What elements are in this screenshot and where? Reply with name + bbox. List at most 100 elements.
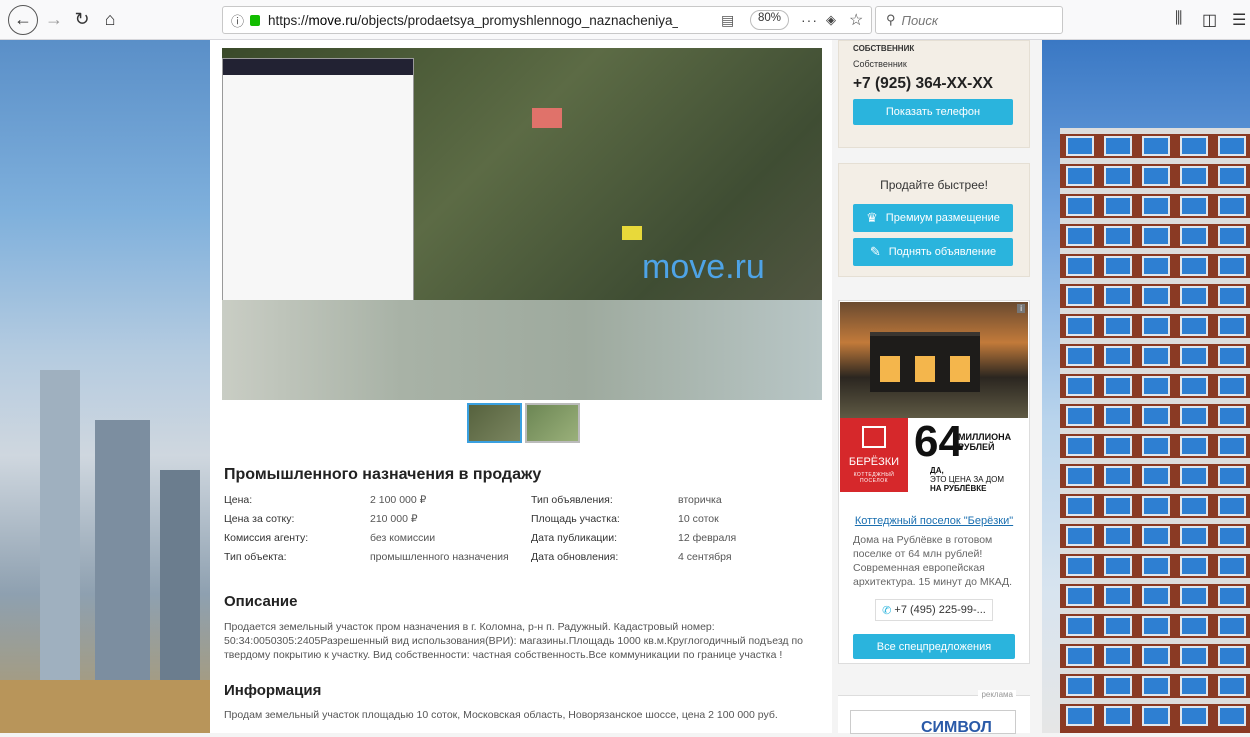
price-units: МИЛЛИОНА РУБЛЕЙ bbox=[958, 432, 1012, 452]
all-offers-button[interactable]: Все спецпредложения bbox=[853, 634, 1015, 659]
map-building bbox=[532, 108, 562, 128]
window bbox=[1180, 256, 1208, 276]
window bbox=[1218, 676, 1246, 696]
property-row: Тип объекта: промышленного назначения Да… bbox=[224, 551, 820, 570]
window bbox=[1104, 226, 1132, 246]
reload-icon[interactable]: ↻ bbox=[68, 6, 96, 34]
edit-icon: ✎ bbox=[869, 244, 881, 259]
window bbox=[1142, 676, 1170, 696]
window bbox=[1180, 406, 1208, 426]
address-bar[interactable]: ⓘ https://move.ru/objects/prodaetsya_pro… bbox=[222, 6, 872, 34]
property-value: без комиссии bbox=[370, 532, 436, 544]
window bbox=[1218, 286, 1246, 306]
floor-slab bbox=[1060, 128, 1250, 134]
description-text: Продается земельный участок пром назначе… bbox=[224, 621, 803, 661]
home-icon[interactable]: ⌂ bbox=[96, 6, 124, 34]
reader-view-icon[interactable]: ▤ bbox=[721, 12, 734, 29]
url-prefix: https:// bbox=[268, 12, 309, 28]
window bbox=[1066, 646, 1094, 666]
window bbox=[1142, 346, 1170, 366]
window bbox=[1066, 136, 1094, 156]
owner-phone: +7 (925) 364-XX-XX bbox=[853, 75, 994, 92]
brand-emblem-icon bbox=[862, 426, 886, 448]
window bbox=[1180, 436, 1208, 456]
page-actions-icon[interactable]: ··· bbox=[801, 12, 818, 28]
window bbox=[1104, 196, 1132, 216]
window bbox=[1066, 316, 1094, 336]
ad-brand-box[interactable]: СИМВОЛ bbox=[850, 710, 1016, 736]
premium-button[interactable]: ♛ Премиум размещение bbox=[853, 204, 1013, 232]
property-label: Цена: bbox=[224, 494, 253, 506]
property-label: Тип объекта: bbox=[224, 551, 287, 563]
url-host: move.ru bbox=[308, 12, 358, 28]
listing-title: Промышленного назначения в продажу bbox=[224, 466, 542, 483]
window bbox=[1142, 556, 1170, 576]
move-watermark: move.ru bbox=[642, 248, 765, 286]
ad-banner[interactable]: БЕРЁЗКИ КОТТЕДЖНЫЙ ПОСЕЛОК 64 МИЛЛИОНА Р… bbox=[840, 417, 1028, 493]
back-arrow-icon[interactable]: ← bbox=[8, 4, 38, 35]
floor-slab bbox=[1060, 248, 1250, 254]
window bbox=[1104, 586, 1132, 606]
menu-icon[interactable]: ☰ bbox=[1232, 10, 1246, 30]
floor-slab bbox=[1060, 638, 1250, 644]
window bbox=[1142, 526, 1170, 546]
property-value: 12 февраля bbox=[678, 532, 737, 544]
bookmark-star-icon[interactable]: ☆ bbox=[849, 10, 863, 30]
property-value: 10 соток bbox=[678, 513, 719, 525]
window bbox=[1066, 256, 1094, 276]
skyscraper bbox=[95, 420, 150, 710]
floor-slab bbox=[1060, 668, 1250, 674]
thumbnail-photo[interactable] bbox=[467, 403, 522, 443]
search-box[interactable]: ⚲ Поиск bbox=[875, 6, 1063, 34]
forward-arrow-icon[interactable]: → bbox=[40, 6, 68, 34]
ad-phone[interactable]: ✆ +7 (495) 225-99-... bbox=[875, 599, 993, 621]
pocket-icon[interactable]: ◈ bbox=[826, 12, 836, 28]
window bbox=[1104, 556, 1132, 576]
tagline-line: НА РУБЛЁВКЕ bbox=[930, 484, 987, 493]
library-icon[interactable]: ⫼ bbox=[1175, 10, 1182, 28]
show-phone-button[interactable]: Показать телефон bbox=[853, 99, 1013, 125]
ad-link[interactable]: Коттеджный поселок "Берёзки" bbox=[839, 515, 1029, 527]
zoom-level[interactable]: 80% bbox=[750, 10, 790, 30]
property-label: Комиссия агенту: bbox=[224, 532, 309, 544]
ad-house-image[interactable]: i bbox=[840, 302, 1028, 418]
window bbox=[1066, 196, 1094, 216]
window bbox=[1180, 496, 1208, 516]
window bbox=[1104, 706, 1132, 726]
floor-slab bbox=[1060, 698, 1250, 704]
window bbox=[1104, 316, 1132, 336]
sidebar-icon[interactable]: ◫ bbox=[1202, 10, 1217, 30]
window bbox=[1104, 136, 1132, 156]
raise-button[interactable]: ✎ Поднять объявление bbox=[853, 238, 1013, 266]
property-value: 2 100 000 ₽ bbox=[370, 494, 427, 506]
cadastral-panel bbox=[222, 58, 414, 306]
owner-role: Собственник bbox=[853, 59, 907, 69]
price-number: 64 bbox=[914, 417, 963, 466]
premium-label: Премиум размещение bbox=[885, 212, 1000, 224]
window bbox=[1066, 406, 1094, 426]
raise-label: Поднять объявление bbox=[888, 246, 997, 258]
window bbox=[1066, 226, 1094, 246]
window bbox=[1066, 166, 1094, 186]
property-value: вторичка bbox=[678, 494, 722, 506]
window bbox=[1104, 466, 1132, 486]
thumbnail-map[interactable] bbox=[525, 403, 580, 443]
window bbox=[1180, 706, 1208, 726]
ad-info-icon[interactable]: i bbox=[1017, 304, 1025, 313]
info-icon[interactable]: ⓘ bbox=[231, 11, 244, 30]
search-placeholder: Поиск bbox=[901, 12, 939, 28]
window bbox=[1180, 586, 1208, 606]
floor-slab bbox=[1060, 518, 1250, 524]
window bbox=[1142, 436, 1170, 456]
ad-block: i БЕРЁЗКИ КОТТЕДЖНЫЙ ПОСЕЛОК 64 МИЛЛИОНА… bbox=[838, 300, 1030, 664]
buildings-low bbox=[0, 680, 210, 733]
window bbox=[1066, 526, 1094, 546]
listing-photo[interactable]: move.ru bbox=[222, 48, 822, 400]
url-text[interactable]: https://move.ru/objects/prodaetsya_promy… bbox=[268, 13, 678, 28]
window bbox=[1218, 316, 1246, 336]
window bbox=[1142, 586, 1170, 606]
property-value: 210 000 ₽ bbox=[370, 513, 418, 525]
window bbox=[1218, 346, 1246, 366]
window bbox=[1066, 286, 1094, 306]
window bbox=[1218, 616, 1246, 636]
